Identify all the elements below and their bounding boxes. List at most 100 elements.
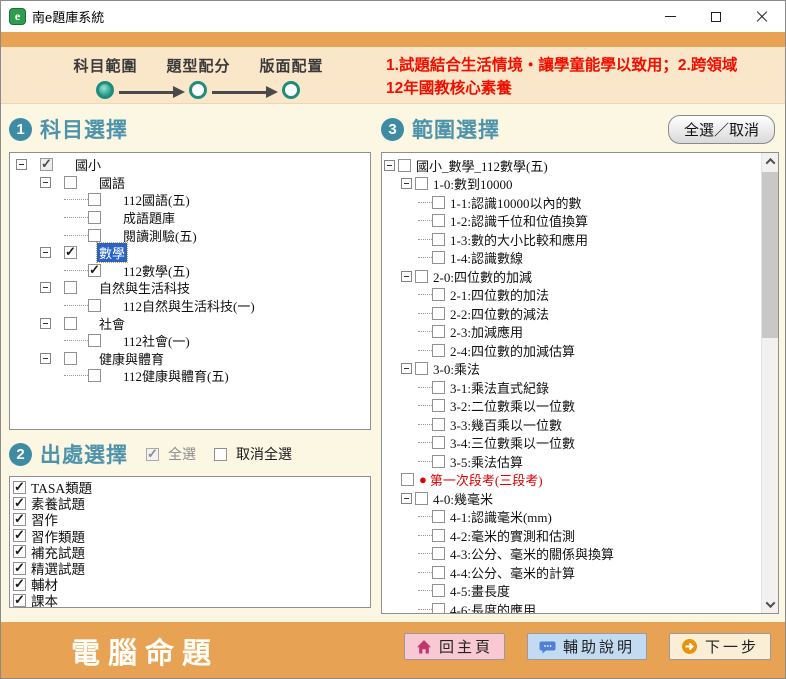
tree-node[interactable]: 2-4:四位數的加減估算: [382, 341, 761, 360]
node-checkbox[interactable]: [432, 455, 445, 468]
tree-node[interactable]: 閱讀測驗(五): [10, 226, 370, 244]
tree-node-label[interactable]: 數學: [97, 243, 127, 262]
tree-node[interactable]: 社會: [10, 314, 370, 332]
source-checkbox[interactable]: [13, 497, 26, 510]
tree-node-label[interactable]: 國小: [73, 155, 103, 174]
tree-node-label[interactable]: 國語: [97, 173, 127, 192]
source-checkbox[interactable]: [13, 513, 26, 526]
tree-node[interactable]: 2-0:四位數的加減: [382, 267, 761, 286]
tree-node[interactable]: 1-3:數的大小比較和應用: [382, 230, 761, 249]
node-checkbox[interactable]: [432, 566, 445, 579]
collapse-toggle-icon[interactable]: [384, 160, 395, 171]
tree-node-label[interactable]: 3-1:乘法直式紀錄: [448, 378, 551, 397]
tree-node-label[interactable]: 3-0:乘法: [431, 359, 482, 378]
tree-node-label[interactable]: 1-3:數的大小比較和應用: [448, 230, 590, 249]
collapse-toggle-icon[interactable]: [40, 177, 51, 188]
tree-node-label[interactable]: 112健康與體育(五): [121, 366, 231, 385]
tree-node-label[interactable]: 自然與生活科技: [97, 278, 192, 297]
source-checkbox[interactable]: [13, 545, 26, 558]
tree-node[interactable]: 4-5:畫長度: [382, 582, 761, 601]
tree-node-label[interactable]: 1-2:認識千位和位值換算: [448, 211, 590, 230]
tree-node[interactable]: 2-2:四位數的減法: [382, 304, 761, 323]
tree-node[interactable]: ●第一次段考(三段考): [382, 471, 761, 490]
tree-node[interactable]: 4-0:幾毫米: [382, 489, 761, 508]
tree-node-label[interactable]: 4-4:公分、毫米的計算: [448, 563, 577, 582]
tree-node-label[interactable]: 社會: [97, 314, 127, 333]
next-step-button[interactable]: 下一步: [669, 633, 771, 660]
tree-node-label[interactable]: 國小_數學_112數學(五): [414, 156, 550, 175]
tree-node[interactable]: 健康與體育: [10, 350, 370, 368]
node-checkbox[interactable]: [432, 418, 445, 431]
source-checkbox[interactable]: [13, 529, 26, 542]
tree-node-label[interactable]: 3-5:乘法估算: [448, 452, 525, 471]
node-checkbox[interactable]: [88, 299, 101, 312]
tree-node[interactable]: 國語: [10, 174, 370, 192]
tree-node[interactable]: 3-4:三位數乘以一位數: [382, 434, 761, 453]
source-item[interactable]: 精選試題: [13, 560, 370, 576]
select-all-checkbox[interactable]: [146, 448, 159, 461]
deselect-all-checkbox[interactable]: [214, 448, 227, 461]
tree-node[interactable]: 4-4:公分、毫米的計算: [382, 563, 761, 582]
node-checkbox[interactable]: [432, 381, 445, 394]
collapse-toggle-icon[interactable]: [40, 318, 51, 329]
scroll-down-button[interactable]: [762, 596, 779, 613]
tree-node-label[interactable]: 成語題庫: [121, 208, 177, 227]
tree-node-label[interactable]: 2-4:四位數的加減估算: [448, 341, 577, 360]
node-checkbox[interactable]: [401, 473, 414, 486]
deselect-all-checkbox-group[interactable]: 取消全選: [214, 444, 292, 464]
select-all-toggle-button[interactable]: 全選／取消: [668, 115, 775, 144]
tree-node[interactable]: 1-1:認識10000以內的數: [382, 193, 761, 212]
collapse-toggle-icon[interactable]: [40, 282, 51, 293]
tree-node[interactable]: 4-2:毫米的實測和估測: [382, 526, 761, 545]
node-checkbox[interactable]: [432, 251, 445, 264]
maximize-button[interactable]: [693, 1, 739, 32]
node-checkbox[interactable]: [415, 492, 428, 505]
close-button[interactable]: [739, 1, 785, 32]
tree-node[interactable]: 3-2:二位數乘以一位數: [382, 397, 761, 416]
tree-node-label[interactable]: 4-3:公分、毫米的關係與換算: [448, 544, 616, 563]
node-checkbox[interactable]: [432, 399, 445, 412]
node-checkbox[interactable]: [432, 510, 445, 523]
tree-node[interactable]: 112國語(五): [10, 191, 370, 209]
tree-node-label[interactable]: 2-1:四位數的加法: [448, 285, 551, 304]
source-item[interactable]: 課本: [13, 592, 370, 608]
tree-node[interactable]: 112數學(五): [10, 262, 370, 280]
tree-node-label[interactable]: 3-2:二位數乘以一位數: [448, 396, 577, 415]
node-checkbox[interactable]: [88, 211, 101, 224]
tree-node[interactable]: 國小: [10, 156, 370, 174]
node-checkbox[interactable]: [432, 529, 445, 542]
tree-node[interactable]: 2-1:四位數的加法: [382, 286, 761, 305]
node-checkbox[interactable]: [88, 369, 101, 382]
home-button[interactable]: 回主頁: [404, 633, 505, 660]
tree-node[interactable]: 112自然與生活科技(一): [10, 297, 370, 315]
tree-node[interactable]: 成語題庫: [10, 209, 370, 227]
tree-node-label[interactable]: 4-1:認識毫米(mm): [448, 507, 554, 526]
tree-node-label[interactable]: 2-2:四位數的減法: [448, 304, 551, 323]
help-button[interactable]: 輔助說明: [527, 633, 647, 660]
tree-node-label[interactable]: 4-5:畫長度: [448, 581, 512, 600]
tree-node[interactable]: 112健康與體育(五): [10, 367, 370, 385]
node-checkbox[interactable]: [432, 288, 445, 301]
tree-node-label[interactable]: 健康與體育: [97, 349, 166, 368]
node-checkbox[interactable]: [432, 547, 445, 560]
tree-node-label[interactable]: 1-0:數到10000: [431, 174, 514, 193]
tree-node-label[interactable]: 4-2:毫米的實測和估測: [448, 526, 577, 545]
node-checkbox[interactable]: [432, 196, 445, 209]
scroll-up-button[interactable]: [762, 153, 779, 170]
collapse-toggle-icon[interactable]: [401, 363, 412, 374]
tree-node-label[interactable]: 1-1:認識10000以內的數: [448, 193, 583, 212]
tree-node-label[interactable]: 112國語(五): [121, 190, 192, 209]
collapse-toggle-icon[interactable]: [401, 493, 412, 504]
tree-node[interactable]: 1-4:認識數線: [382, 249, 761, 268]
tree-node-label[interactable]: 2-3:加減應用: [448, 322, 525, 341]
tree-node[interactable]: 4-1:認識毫米(mm): [382, 508, 761, 527]
node-checkbox[interactable]: [88, 334, 101, 347]
source-checkbox[interactable]: [13, 594, 26, 607]
tree-node-label[interactable]: 3-4:三位數乘以一位數: [448, 433, 577, 452]
node-checkbox[interactable]: [432, 233, 445, 246]
tree-node[interactable]: 國小_數學_112數學(五): [382, 156, 761, 175]
node-checkbox[interactable]: [40, 158, 53, 171]
node-checkbox[interactable]: [64, 246, 77, 259]
scrollbar-thumb[interactable]: [762, 172, 779, 338]
node-checkbox[interactable]: [398, 159, 411, 172]
